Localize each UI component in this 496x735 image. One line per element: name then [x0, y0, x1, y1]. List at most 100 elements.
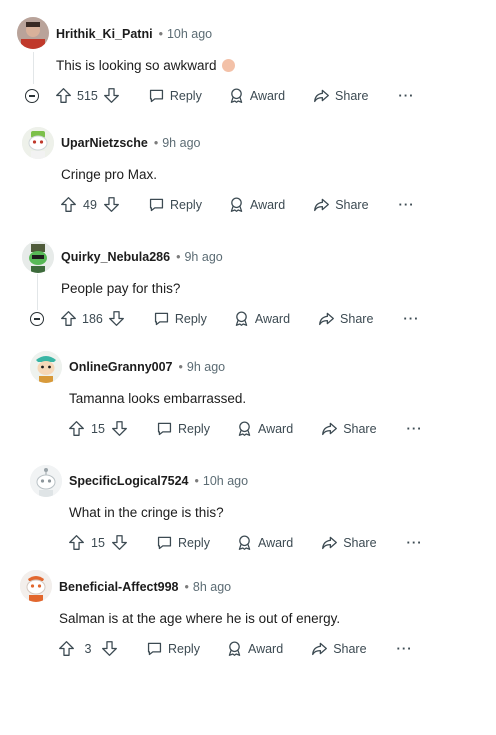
share-label: Share	[343, 421, 377, 436]
comment-timestamp[interactable]: 9h ago	[184, 250, 222, 264]
thread-line	[37, 274, 38, 310]
comment-timestamp[interactable]: 10h ago	[167, 27, 212, 41]
downvote-icon[interactable]	[111, 534, 128, 551]
separator-dot: •	[153, 136, 159, 150]
reply-button[interactable]: Reply	[146, 640, 200, 657]
share-icon	[322, 422, 338, 436]
award-icon	[238, 535, 251, 550]
award-icon	[235, 311, 248, 326]
snoo-avatar-icon	[30, 465, 62, 497]
upvote-icon[interactable]	[55, 87, 72, 104]
share-button[interactable]: Share	[318, 310, 373, 327]
share-label: Share	[343, 535, 377, 550]
thread-line	[33, 52, 34, 84]
comment-timestamp[interactable]: 8h ago	[193, 580, 231, 594]
more-options-button[interactable]: ···	[397, 641, 413, 656]
comment-author[interactable]: Beneficial-Affect998	[59, 580, 179, 594]
award-button[interactable]: Award	[236, 534, 293, 551]
share-icon	[319, 312, 334, 326]
vote-group: 515	[55, 87, 120, 104]
downvote-icon[interactable]	[101, 640, 118, 657]
comment-author[interactable]: UparNietzsche	[61, 136, 148, 150]
share-button[interactable]: Share	[321, 420, 377, 437]
reply-label: Reply	[174, 311, 207, 326]
upvote-icon[interactable]	[58, 640, 75, 657]
comment-timestamp[interactable]: 10h ago	[203, 474, 248, 488]
separator-dot: •	[176, 250, 181, 264]
share-button[interactable]: Share	[321, 534, 377, 551]
downvote-icon[interactable]	[103, 196, 120, 213]
upvote-icon[interactable]	[68, 420, 85, 437]
comment-author[interactable]: OnlineGranny007	[69, 360, 173, 374]
avatar[interactable]	[22, 241, 54, 273]
reply-icon	[149, 89, 163, 103]
reply-label: Reply	[169, 88, 202, 103]
downvote-icon[interactable]	[103, 87, 120, 104]
reply-button[interactable]: Reply	[153, 310, 207, 327]
reply-button[interactable]: Reply	[156, 420, 210, 437]
vote-count: 15	[91, 421, 105, 436]
snoo-avatar-icon	[20, 570, 52, 602]
reply-button[interactable]: Reply	[148, 196, 202, 213]
award-button[interactable]: Award	[228, 87, 285, 104]
collapse-thread-button[interactable]	[25, 89, 39, 103]
snoo-avatar-icon	[22, 127, 54, 159]
reply-label: Reply	[178, 421, 210, 436]
reply-button[interactable]: Reply	[156, 534, 210, 551]
more-options-button[interactable]: ···	[399, 197, 415, 212]
award-button[interactable]: Award	[233, 310, 290, 327]
award-button[interactable]: Award	[236, 420, 293, 437]
more-options-button[interactable]: ···	[407, 421, 423, 436]
vote-count: 3	[84, 641, 92, 656]
downvote-icon[interactable]	[111, 420, 128, 437]
comment-text: What in the cringe is this?	[69, 505, 224, 520]
downvote-icon[interactable]	[108, 310, 125, 327]
snoo-avatar-icon	[22, 241, 54, 273]
share-icon	[314, 198, 330, 212]
avatar[interactable]	[22, 127, 54, 159]
award-label: Award	[247, 641, 284, 656]
vote-group: 15	[68, 420, 128, 437]
more-options-button[interactable]: ···	[407, 535, 423, 550]
reply-icon	[157, 536, 172, 550]
comment-timestamp[interactable]: 9h ago	[187, 360, 225, 374]
share-icon	[314, 89, 329, 103]
share-button[interactable]: Share	[313, 87, 368, 104]
reply-icon	[157, 422, 172, 436]
avatar[interactable]	[30, 465, 62, 497]
upvote-icon[interactable]	[60, 310, 77, 327]
award-button[interactable]: Award	[228, 196, 285, 213]
avatar[interactable]	[20, 570, 52, 602]
more-options-button[interactable]: ···	[398, 88, 414, 103]
vote-group: 15	[68, 534, 128, 551]
vote-group: 3	[58, 640, 118, 657]
comment-text: People pay for this?	[61, 281, 181, 296]
comment-author[interactable]: Quirky_Nebula286	[61, 250, 170, 264]
reply-label: Reply	[178, 535, 210, 550]
comment-author[interactable]: Hrithik_Ki_Patni	[56, 27, 153, 41]
award-label: Award	[254, 311, 291, 326]
comment-timestamp[interactable]: 9h ago	[162, 136, 200, 150]
share-button[interactable]: Share	[311, 640, 367, 657]
vote-count: 186	[82, 311, 103, 326]
avatar[interactable]	[17, 17, 49, 49]
avatar[interactable]	[30, 351, 62, 383]
snoo-avatar-icon	[30, 351, 62, 383]
separator-dot: •	[184, 580, 189, 594]
award-icon	[228, 641, 241, 656]
upvote-icon[interactable]	[60, 196, 77, 213]
separator-dot: •	[158, 27, 163, 41]
share-button[interactable]: Share	[313, 196, 369, 213]
award-icon	[238, 421, 251, 436]
upvote-icon[interactable]	[68, 534, 85, 551]
comment-author[interactable]: SpecificLogical7524	[69, 474, 189, 488]
vote-group: 186	[60, 310, 125, 327]
award-button[interactable]: Award	[226, 640, 283, 657]
more-options-button[interactable]: ···	[403, 311, 419, 326]
reply-button[interactable]: Reply	[148, 87, 202, 104]
share-icon	[312, 642, 328, 656]
award-icon	[230, 197, 243, 212]
user-photo-icon	[17, 17, 49, 49]
comment-text: This is looking so awkward	[56, 58, 217, 73]
collapse-thread-button[interactable]	[30, 312, 44, 326]
